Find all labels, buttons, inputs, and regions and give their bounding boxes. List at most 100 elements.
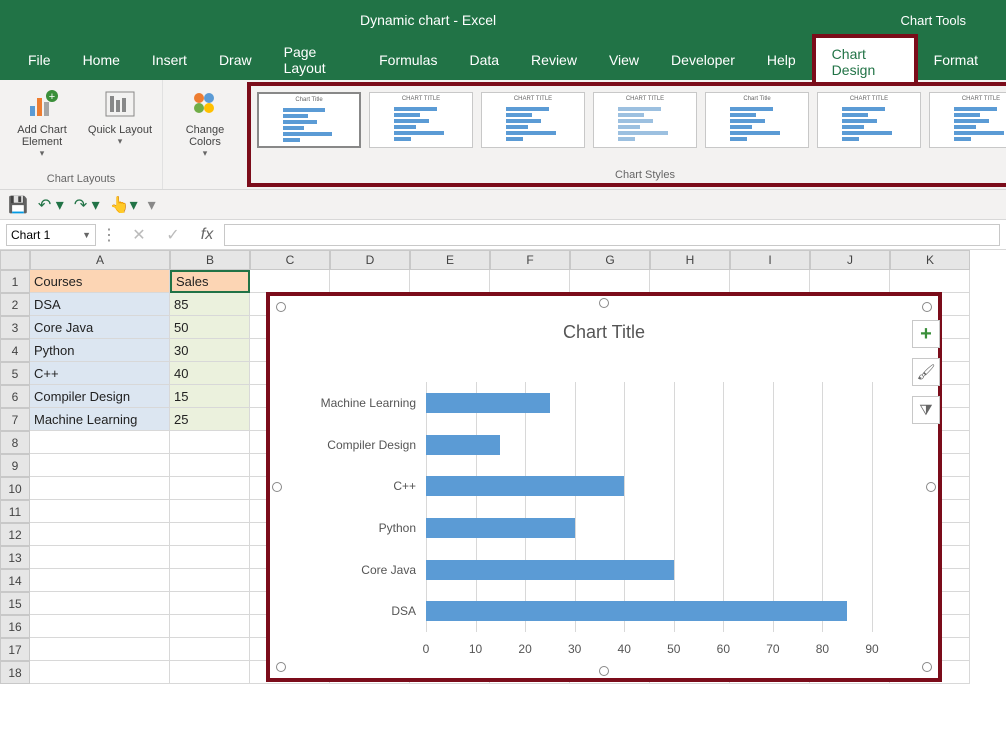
row-header[interactable]: 4: [0, 339, 30, 362]
cell[interactable]: [170, 454, 250, 477]
chart-style-thumb[interactable]: CHART TITLE: [369, 92, 473, 148]
chart-bar[interactable]: [426, 393, 550, 413]
column-header[interactable]: B: [170, 250, 250, 270]
row-header[interactable]: 13: [0, 546, 30, 569]
cell[interactable]: [30, 615, 170, 638]
cell[interactable]: [170, 477, 250, 500]
tab-chart-design[interactable]: Chart Design: [812, 34, 918, 86]
chart-bar[interactable]: [426, 601, 847, 621]
row-header[interactable]: 2: [0, 293, 30, 316]
cell[interactable]: 15: [170, 385, 250, 408]
cell[interactable]: [650, 270, 730, 293]
chart-styles-button[interactable]: 🖌: [912, 358, 940, 386]
cell[interactable]: Core Java: [30, 316, 170, 339]
row-header[interactable]: 15: [0, 592, 30, 615]
tab-format[interactable]: Format: [918, 44, 994, 76]
row-header[interactable]: 18: [0, 661, 30, 684]
chart-resize-handle[interactable]: [276, 662, 286, 672]
column-header[interactable]: K: [890, 250, 970, 270]
chart-bar[interactable]: [426, 518, 575, 538]
cell[interactable]: [170, 546, 250, 569]
cell[interactable]: [570, 270, 650, 293]
cell[interactable]: [170, 523, 250, 546]
cell[interactable]: [410, 270, 490, 293]
cell[interactable]: DSA: [30, 293, 170, 316]
save-icon[interactable]: 💾: [8, 195, 28, 215]
cell[interactable]: 25: [170, 408, 250, 431]
chart-resize-handle[interactable]: [272, 482, 282, 492]
chart-bar[interactable]: [426, 435, 500, 455]
chart-filter-button[interactable]: ⧩: [912, 396, 940, 424]
column-header[interactable]: H: [650, 250, 730, 270]
undo-icon[interactable]: ↶ ▾: [38, 195, 64, 215]
cell[interactable]: Sales: [170, 270, 250, 293]
cancel-formula-icon[interactable]: ✕: [126, 225, 152, 245]
tab-view[interactable]: View: [593, 44, 655, 76]
cell[interactable]: [30, 661, 170, 684]
tab-help[interactable]: Help: [751, 44, 812, 76]
tab-data[interactable]: Data: [453, 44, 515, 76]
cell[interactable]: 30: [170, 339, 250, 362]
add-chart-element-button[interactable]: + Add Chart Element ▾: [6, 86, 78, 159]
cell[interactable]: [170, 500, 250, 523]
tab-review[interactable]: Review: [515, 44, 593, 76]
chart-style-thumb[interactable]: Chart Title: [257, 92, 361, 148]
tab-file[interactable]: File: [12, 44, 67, 76]
tab-home[interactable]: Home: [67, 44, 136, 76]
cell[interactable]: [170, 615, 250, 638]
row-header[interactable]: 14: [0, 569, 30, 592]
chart-resize-handle[interactable]: [599, 666, 609, 676]
cell[interactable]: [170, 661, 250, 684]
cell[interactable]: [330, 270, 410, 293]
column-header[interactable]: I: [730, 250, 810, 270]
cell[interactable]: 40: [170, 362, 250, 385]
chart-style-thumb[interactable]: CHART TITLE: [817, 92, 921, 148]
fx-icon[interactable]: fx: [194, 226, 220, 244]
cell[interactable]: [30, 546, 170, 569]
cell[interactable]: 50: [170, 316, 250, 339]
chart-resize-handle[interactable]: [599, 298, 609, 308]
row-header[interactable]: 1: [0, 270, 30, 293]
row-header[interactable]: 8: [0, 431, 30, 454]
cell[interactable]: [30, 569, 170, 592]
cell[interactable]: [30, 500, 170, 523]
cell[interactable]: C++: [30, 362, 170, 385]
chart-plot-area[interactable]: 0102030405060708090Machine LearningCompi…: [296, 382, 872, 632]
cell[interactable]: Python: [30, 339, 170, 362]
touch-mode-icon[interactable]: 👆▾: [110, 195, 138, 215]
chart-elements-button[interactable]: +: [912, 320, 940, 348]
embedded-chart[interactable]: Chart Title 0102030405060708090Machine L…: [266, 292, 942, 682]
tab-developer[interactable]: Developer: [655, 44, 751, 76]
cell[interactable]: [30, 477, 170, 500]
cell[interactable]: [170, 592, 250, 615]
chart-resize-handle[interactable]: [922, 302, 932, 312]
chart-style-thumb[interactable]: Chart Title: [705, 92, 809, 148]
cell[interactable]: [30, 638, 170, 661]
quick-layout-button[interactable]: Quick Layout ▾: [84, 86, 156, 159]
tab-page-layout[interactable]: Page Layout: [268, 36, 364, 84]
chart-style-thumb[interactable]: CHART TITLE: [481, 92, 585, 148]
chart-resize-handle[interactable]: [276, 302, 286, 312]
chart-bar[interactable]: [426, 560, 674, 580]
cell[interactable]: [250, 270, 330, 293]
tab-insert[interactable]: Insert: [136, 44, 203, 76]
cell[interactable]: [730, 270, 810, 293]
chart-bar[interactable]: [426, 476, 624, 496]
row-header[interactable]: 12: [0, 523, 30, 546]
cell[interactable]: [30, 454, 170, 477]
row-header[interactable]: 10: [0, 477, 30, 500]
column-header[interactable]: G: [570, 250, 650, 270]
column-header[interactable]: J: [810, 250, 890, 270]
row-header[interactable]: 17: [0, 638, 30, 661]
name-box[interactable]: Chart 1▼: [6, 224, 96, 246]
cell[interactable]: [30, 431, 170, 454]
tab-draw[interactable]: Draw: [203, 44, 268, 76]
select-all-corner[interactable]: [0, 250, 30, 270]
cell[interactable]: [890, 270, 970, 293]
cell[interactable]: [30, 592, 170, 615]
chart-title[interactable]: Chart Title: [276, 302, 932, 355]
cell[interactable]: 85: [170, 293, 250, 316]
column-header[interactable]: C: [250, 250, 330, 270]
formula-bar[interactable]: [224, 224, 1000, 246]
tab-formulas[interactable]: Formulas: [363, 44, 453, 76]
